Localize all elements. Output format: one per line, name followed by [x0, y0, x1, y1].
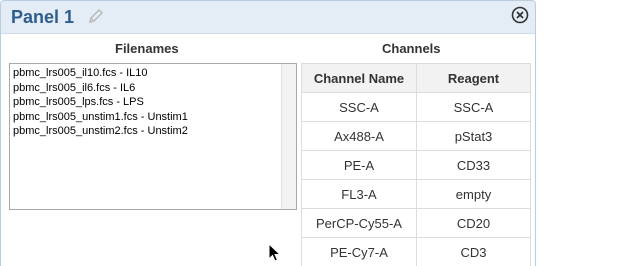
panel-header: Panel 1 — [1, 1, 535, 34]
channel-name-cell: PE-A — [301, 150, 417, 180]
channel-name-cell: SSC-A — [301, 92, 417, 122]
channel-name-cell: Ax488-A — [301, 121, 417, 151]
table-row: FL3-A empty — [301, 179, 531, 209]
filename-item[interactable]: pbmc_lrs005_il10.fcs - IL10 — [13, 66, 188, 81]
reagent-cell[interactable]: SSC-A — [416, 92, 531, 122]
table-row: PE-A CD33 — [301, 150, 531, 180]
channels-heading: Channels — [382, 41, 441, 56]
reagent-cell[interactable]: CD33 — [416, 150, 531, 180]
filename-item[interactable]: pbmc_lrs005_unstim2.fcs - Unstim2 — [13, 124, 188, 139]
filenames-heading: Filenames — [115, 41, 179, 56]
panel: Panel 1 Filenames Channels pbmc_lrs005_i… — [0, 0, 536, 266]
table-row: PE-Cy7-A CD3 — [301, 237, 531, 266]
table-row: Ax488-A pStat3 — [301, 121, 531, 151]
channel-name-cell: PerCP-Cy55-A — [301, 208, 417, 238]
filename-item[interactable]: pbmc_lrs005_lps.fcs - LPS — [13, 95, 188, 110]
column-header-reagent: Reagent — [416, 63, 531, 93]
reagent-cell[interactable]: CD20 — [416, 208, 531, 238]
panel-title: Panel 1 — [11, 7, 75, 27]
pencil-icon[interactable] — [87, 7, 105, 25]
channel-name-cell: PE-Cy7-A — [301, 237, 417, 266]
close-icon[interactable] — [511, 6, 529, 24]
channels-table: Channel Name Reagent SSC-A SSC-A Ax488-A… — [301, 63, 531, 266]
table-header-row: Channel Name Reagent — [301, 63, 531, 93]
filenames-scrollbar[interactable] — [281, 64, 296, 209]
table-row: SSC-A SSC-A — [301, 92, 531, 122]
filenames-items: pbmc_lrs005_il10.fcs - IL10 pbmc_lrs005_… — [13, 66, 188, 139]
reagent-cell[interactable]: pStat3 — [416, 121, 531, 151]
reagent-cell[interactable]: empty — [416, 179, 531, 209]
column-header-channel-name: Channel Name — [301, 63, 417, 93]
reagent-cell[interactable]: CD3 — [416, 237, 531, 266]
mouse-cursor-icon — [268, 243, 282, 262]
table-row: PerCP-Cy55-A CD20 — [301, 208, 531, 238]
filenames-list[interactable]: pbmc_lrs005_il10.fcs - IL10 pbmc_lrs005_… — [9, 63, 297, 210]
filename-item[interactable]: pbmc_lrs005_unstim1.fcs - Unstim1 — [13, 110, 188, 125]
channel-name-cell: FL3-A — [301, 179, 417, 209]
filename-item[interactable]: pbmc_lrs005_il6.fcs - IL6 — [13, 81, 188, 96]
